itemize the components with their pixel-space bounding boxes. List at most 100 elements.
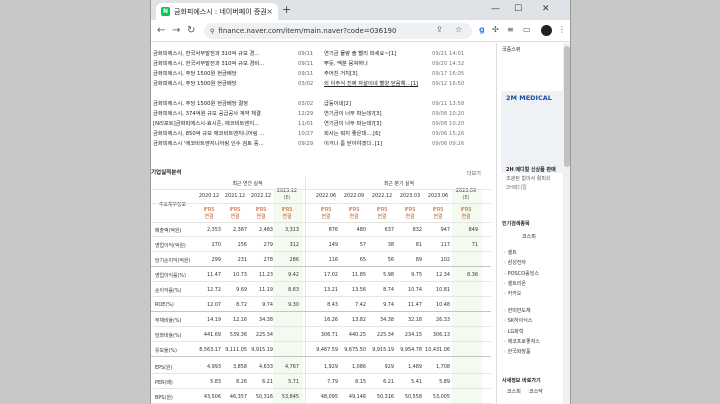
browser-tab[interactable]: N 금화피에스시 : 네이버페이 증권 × <box>156 3 278 20</box>
discussion-title[interactable]: 회사는 뭐지 좋은데....[6] <box>324 129 424 139</box>
row-label[interactable]: 유보율(%) <box>155 347 177 354</box>
period-header: 2023.06 <box>427 193 449 199</box>
popular-stock-item[interactable]: › 에코프로좋쳐스 <box>504 338 566 345</box>
table-cell: 947 <box>440 227 450 233</box>
profile-avatar[interactable] <box>541 25 552 36</box>
news-title[interactable]: 금화피에스시, 한국서부발전과 310억 규모 경... <box>153 49 296 59</box>
news-row[interactable]: 금화피에스시 '에코비트엔지니어링 인수 검토 중... 09/29 이거나 좀 닫… <box>151 139 496 149</box>
news-title[interactable]: 금화피에스시, 주당 1500원 현금배당 <box>153 69 296 79</box>
popular-stock-item[interactable]: › SK하이닉스 <box>504 317 566 324</box>
basis-label: 연결 <box>349 214 359 220</box>
news-title[interactable]: 금화피에스시, 주당 1500원 현금배당 결정 <box>153 99 296 109</box>
news-row[interactable]: 금화피에스시, 850억 규모 에코비트엔지니어링 ... 10/27 회사는 뭐지… <box>151 129 496 139</box>
reload-icon[interactable]: ↻ <box>187 24 195 37</box>
popular-tab-kospi[interactable]: 코스피 <box>522 233 536 240</box>
table-cell: 8,563.17 <box>199 347 221 353</box>
table-cell: 13.56 <box>351 287 366 293</box>
news-row[interactable]: [N리포트]금화피에스시-효시즌, 에코비트엔지... 11/01 연기금이 너무 … <box>151 119 496 129</box>
address-bar[interactable]: ⚲ finance.naver.com/item/main.naver?code… <box>204 23 472 39</box>
popular-stock-item[interactable]: › 카카오 <box>504 290 566 297</box>
popular-stock-item[interactable]: › 셀트 <box>504 249 566 256</box>
row-label[interactable]: 순이익률(%) <box>155 287 181 294</box>
browser-menu-icon[interactable]: ⋮ <box>558 24 566 36</box>
ad-title[interactable]: 2H 메디컬 신상품 판매 <box>506 166 556 173</box>
maximize-button[interactable]: ☐ <box>514 3 522 15</box>
news-row[interactable]: 금화피에스시, 374억원 규모 공급공사 계약 체결 12/29 연기금이 너무 … <box>151 109 496 119</box>
back-icon[interactable]: ← <box>157 24 165 37</box>
row-label[interactable]: PER(배) <box>155 379 173 386</box>
discussion-title[interactable]: 뿌듯, 맥분 뭉쳐하나 <box>324 59 424 69</box>
extension-g-icon[interactable]: g <box>479 24 485 36</box>
more-link[interactable]: 더보기 <box>467 170 481 177</box>
news-row[interactable]: 금화피에스시, 주당 1500원 현금배당 03/02 외 이주식 진짜 자살이네 … <box>151 79 496 89</box>
discussion-title[interactable]: 연기금이 너무 파는데?[3] <box>324 119 424 129</box>
news-title[interactable]: [N리포트]금화피에스시-효시즌, 에코비트엔지... <box>153 119 296 129</box>
table-cell: 34.38 <box>258 317 273 323</box>
table-cell: 312 <box>289 242 299 248</box>
sidebar-top-label[interactable]: 국증스퀴 <box>502 46 520 53</box>
tab-close-icon[interactable]: × <box>266 7 273 16</box>
row-label[interactable]: 매출액(억원) <box>155 227 181 234</box>
row-label[interactable]: BPS(원) <box>155 394 173 401</box>
popular-stock-item[interactable]: › POSCO홀딩스 <box>504 270 566 277</box>
forward-icon[interactable]: → <box>172 24 180 37</box>
discussion-title[interactable]: 이거나 좀 닫아야겠다..[1] <box>324 139 424 149</box>
row-divider <box>151 326 491 327</box>
popular-stock-item[interactable]: › LG화학 <box>504 328 566 335</box>
minimize-button[interactable]: — <box>491 3 500 15</box>
popular-stock-name[interactable]: 한국화장품 <box>508 349 531 355</box>
share-icon[interactable]: ⇪ <box>436 25 443 34</box>
row-label[interactable]: 당기순이익(억원) <box>155 257 190 264</box>
discussion-title[interactable]: 급등이네[2] <box>324 99 424 109</box>
close-window-button[interactable]: ✕ <box>542 3 550 15</box>
news-title[interactable]: 금화피에스시, 850억 규모 에코비트엔지니어링 ... <box>153 129 296 139</box>
bottom-tab-kosdaq[interactable]: 코스닥 <box>529 388 543 395</box>
extension-puzzle-icon[interactable]: ✣ <box>492 24 499 36</box>
bookmark-star-icon[interactable]: ☆ <box>455 25 462 34</box>
table-cell: 13.82 <box>351 317 366 323</box>
bottom-tab-kospi[interactable]: 코스피 <box>507 388 521 395</box>
row-label[interactable]: 영업이익(억원) <box>155 242 186 249</box>
news-row[interactable]: 금화피에스시, 주당 1500원 현금배당 09/11 주어진 거지[3] 09/17… <box>151 69 496 79</box>
popular-stock-name[interactable]: 삼성전자 <box>508 260 526 266</box>
news-row[interactable]: 금화피에스시, 한국서부발전과 310억 규모 경비... 09/11 뿌듯, 맥분… <box>151 59 496 69</box>
news-title[interactable]: 금화피에스시 '에코비트엔지니어링 인수 검토 중... <box>153 139 296 149</box>
popular-stock-name[interactable]: 한미반도체 <box>508 308 531 314</box>
table-cell: 71 <box>471 242 478 248</box>
news-title[interactable]: 금화피에스시, 주당 1500원 현금배당 <box>153 79 296 89</box>
popular-stock-name[interactable]: LG화학 <box>508 329 524 335</box>
popular-stock-name[interactable]: 에코프로좋쳐스 <box>508 339 540 345</box>
discussion-title[interactable]: 연기금이 너무 파는데?[3] <box>324 109 424 119</box>
site-info-icon[interactable]: ⚲ <box>210 28 214 35</box>
discussion-title[interactable]: 연기금 물량 출 빨리 파세요~[1] <box>324 49 424 59</box>
popular-stock-item[interactable]: › 셀트리온 <box>504 280 566 287</box>
popular-stock-item[interactable]: › 한미반도체 <box>504 307 566 314</box>
scrollbar-thumb[interactable] <box>564 46 570 167</box>
sidebar-toggle-icon[interactable]: ▭ <box>523 24 531 36</box>
popular-stock-name[interactable]: 카카오 <box>508 291 522 297</box>
popular-stock-name[interactable]: SK하이닉스 <box>508 318 533 324</box>
discussion-title[interactable]: 주어진 거지[3] <box>324 69 424 79</box>
new-tab-button[interactable]: + <box>282 4 291 16</box>
news-title[interactable]: 금화피에스시, 374억원 규모 공급공사 계약 체결 <box>153 109 296 119</box>
row-label[interactable]: 당좌비율(%) <box>155 332 181 339</box>
news-row[interactable]: 금화피에스시, 한국서부발전과 310억 규모 경... 09/11 연기금 물량 … <box>151 49 496 59</box>
popular-stock-name[interactable]: POSCO홀딩스 <box>508 271 539 277</box>
row-label[interactable]: ROE(%) <box>155 302 174 308</box>
row-label[interactable]: 부채비율(%) <box>155 317 181 324</box>
popular-stock-item[interactable]: › 한국화장품 <box>504 348 566 355</box>
popular-stock-item[interactable]: › 삼성전자 <box>504 259 566 266</box>
table-cell: 231 <box>237 257 247 263</box>
popular-stock-name[interactable]: 셀트 <box>508 250 517 256</box>
tab-title: 금화피에스시 : 네이버페이 증권 <box>174 7 267 16</box>
row-label[interactable]: EPS(원) <box>155 364 172 371</box>
row-label[interactable]: 영업이익률(%) <box>155 272 186 279</box>
popular-stock-name[interactable]: 셀트리온 <box>508 281 526 287</box>
discussion-title[interactable]: 외 이주식 진짜 자살이네 빨양 닫음해...[1] <box>324 79 424 89</box>
extension-pin-icon[interactable]: ≡ <box>507 24 514 36</box>
ad-banner-image[interactable] <box>501 91 569 173</box>
news-title[interactable]: 금화피에스시, 한국서부발전과 310억 규모 경비... <box>153 59 296 69</box>
table-cell: 6.21 <box>383 379 394 385</box>
table-cell: 256 <box>237 242 247 248</box>
news-row[interactable]: 금화피에스시, 주당 1500원 현금배당 결정 03/02 급등이네[2] 09/1… <box>151 99 496 109</box>
